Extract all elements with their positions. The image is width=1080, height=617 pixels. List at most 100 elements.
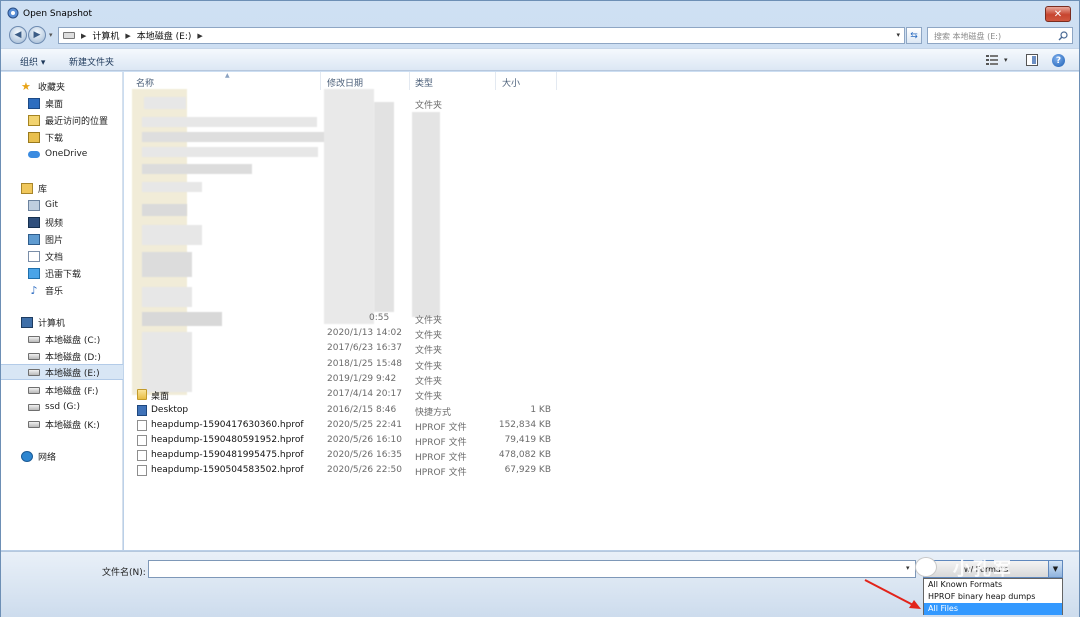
column-divider[interactable] [320, 72, 321, 90]
nav-recent-places[interactable]: 最近访问的位置 [1, 112, 123, 128]
drive-icon [28, 352, 40, 360]
address-dropdown[interactable]: ▾ [896, 31, 900, 39]
nav-desktop[interactable]: 桌面 [1, 95, 123, 111]
help-icon[interactable]: ? [1052, 54, 1065, 67]
breadcrumb-drive-e[interactable]: 本地磁盘 (E:) [137, 29, 192, 42]
file-row[interactable]: heapdump-1590417630360.hprof 2020/5/25 2… [124, 418, 554, 433]
nav-music[interactable]: ♪ 音乐 [1, 282, 123, 298]
file-row[interactable]: heapdump-1590504583502.hprof 2020/5/26 2… [124, 463, 554, 478]
nav-pictures[interactable]: 图片 [1, 231, 123, 247]
column-divider[interactable] [556, 72, 557, 90]
file-row-redacted[interactable]: 0:55 文件夹 [124, 311, 554, 326]
file-row-redacted[interactable]: 2017/6/23 16:37 文件夹 [124, 341, 554, 356]
nav-libraries[interactable]: 库 [1, 180, 123, 196]
file-name: heapdump-1590480591952.hprof [151, 435, 304, 445]
address-row: ◀ ▶ ▾ ▶ 计算机 ▶ 本地磁盘 (E:) ▶ ▾ ⇆ 搜索 本地磁盘 (E… [1, 25, 1079, 47]
recent-places-icon [28, 114, 40, 126]
nav-label: 文档 [45, 252, 64, 263]
column-header-name[interactable]: 名称 [136, 76, 154, 89]
nav-computer[interactable]: 计算机 [1, 314, 123, 330]
window-title: Open Snapshot [23, 9, 92, 19]
nav-label: 计算机 [38, 318, 66, 329]
column-header-size[interactable]: 大小 [502, 76, 520, 89]
close-button[interactable]: ✕ [1045, 6, 1071, 22]
nav-drive-g[interactable]: ssd (G:) [1, 399, 123, 415]
folder-icon [137, 389, 147, 400]
nav-label: OneDrive [45, 149, 88, 159]
column-header-type[interactable]: 类型 [415, 76, 433, 89]
file-size: 152,834 KB [498, 420, 551, 430]
nav-favorites[interactable]: ★ 收藏夹 [1, 78, 123, 94]
nav-drive-f[interactable]: 本地磁盘 (F:) [1, 382, 123, 398]
nav-label: 下载 [45, 133, 64, 144]
filename-input[interactable] [148, 560, 916, 578]
breadcrumb-computer[interactable]: 计算机 [92, 29, 119, 42]
nav-label: 本地磁盘 (D:) [45, 352, 101, 363]
file-icon [137, 435, 147, 446]
file-type-option-highlighted[interactable]: All Files [924, 603, 1062, 615]
nav-drive-c[interactable]: 本地磁盘 (C:) [1, 331, 123, 347]
file-row-redacted[interactable]: 文件夹 [124, 96, 554, 111]
file-row[interactable]: Desktop 2016/2/15 8:46 快捷方式 1 KB [124, 403, 554, 418]
nav-documents[interactable]: 文档 [1, 248, 123, 264]
file-row-redacted[interactable]: 2018/1/25 15:48 文件夹 [124, 357, 554, 372]
nav-drive-k[interactable]: 本地磁盘 (K:) [1, 416, 123, 432]
filename-history-dropdown[interactable]: ▾ [906, 564, 910, 572]
file-size: 478,082 KB [498, 450, 551, 460]
back-button[interactable]: ◀ [9, 26, 27, 44]
file-date: 2019/1/29 9:42 [327, 374, 397, 384]
file-type-option[interactable]: All Known Formats [924, 579, 1062, 591]
nav-label: 本地磁盘 (E:) [45, 368, 100, 379]
file-row[interactable]: heapdump-1590480591952.hprof 2020/5/26 1… [124, 433, 554, 448]
title-bar: Open Snapshot ✕ [1, 1, 1079, 25]
nav-git[interactable]: Git [1, 197, 123, 213]
nav-label: 本地磁盘 (F:) [45, 386, 99, 397]
file-date: 2020/5/26 16:10 [327, 435, 402, 445]
forward-button[interactable]: ▶ [28, 26, 46, 44]
file-row-redacted[interactable]: 2019/1/29 9:42 文件夹 [124, 372, 554, 387]
nav-label: 图片 [45, 235, 64, 246]
nav-network[interactable]: 网络 [1, 448, 123, 464]
nav-label: 音乐 [45, 286, 64, 297]
nav-drive-e[interactable]: 本地磁盘 (E:) [1, 364, 123, 380]
file-size: 67,929 KB [504, 465, 551, 475]
file-icon [137, 450, 147, 461]
chevron-right-icon[interactable]: ▶ [81, 32, 86, 40]
nav-videos[interactable]: 视频 [1, 214, 123, 230]
refresh-button[interactable]: ⇆ [906, 27, 922, 44]
nav-label: 桌面 [45, 99, 64, 110]
address-bar[interactable]: ▶ 计算机 ▶ 本地磁盘 (E:) ▶ ▾ [58, 27, 905, 44]
column-divider[interactable] [409, 72, 410, 90]
views-dropdown[interactable]: ▾ [1004, 56, 1008, 64]
nav-drive-d[interactable]: 本地磁盘 (D:) [1, 348, 123, 364]
filename-label: 文件名(N): [102, 568, 146, 578]
file-row[interactable]: 桌面 [124, 387, 304, 402]
file-type: HPROF 文件 [415, 468, 467, 478]
app-icon [7, 7, 19, 19]
file-row[interactable]: heapdump-1590481995475.hprof 2020/5/26 1… [124, 448, 554, 463]
file-icon [137, 465, 147, 476]
file-type-dropdown-list[interactable]: All Known Formats HPROF binary heap dump… [923, 578, 1063, 615]
nav-onedrive[interactable]: OneDrive [1, 146, 123, 162]
redacted-name [142, 117, 317, 127]
picture-library-icon [28, 233, 40, 245]
preview-pane-icon[interactable] [1026, 54, 1038, 66]
organize-button[interactable]: 组织 ▾ [20, 55, 45, 68]
nav-downloads[interactable]: 下载 [1, 129, 123, 145]
column-header-date[interactable]: 修改日期 [327, 76, 363, 89]
chevron-right-icon[interactable]: ▶ [125, 32, 130, 40]
file-list[interactable]: 名称 ▲ 修改日期 类型 大小 文件夹 0:55 文件夹 2020/1/13 1… [124, 72, 1079, 550]
new-folder-button[interactable]: 新建文件夹 [69, 55, 114, 68]
search-icon[interactable] [1058, 31, 1068, 41]
chevron-right-icon[interactable]: ▶ [197, 32, 202, 40]
column-divider[interactable] [495, 72, 496, 90]
command-toolbar: 组织 ▾ 新建文件夹 ▾ ? [1, 48, 1079, 71]
views-icon[interactable] [986, 55, 998, 65]
recent-pages-dropdown[interactable]: ▾ [49, 31, 53, 39]
file-date: 2020/5/25 22:41 [327, 420, 402, 430]
search-input[interactable]: 搜索 本地磁盘 (E:) [927, 27, 1073, 44]
file-row-redacted[interactable]: 2020/1/13 14:02 文件夹 [124, 326, 554, 341]
file-type-option[interactable]: HPROF binary heap dumps [924, 591, 1062, 603]
nav-thunder-downloads[interactable]: 迅雷下载 [1, 265, 123, 281]
chevron-down-icon[interactable]: ▼ [1048, 561, 1062, 577]
